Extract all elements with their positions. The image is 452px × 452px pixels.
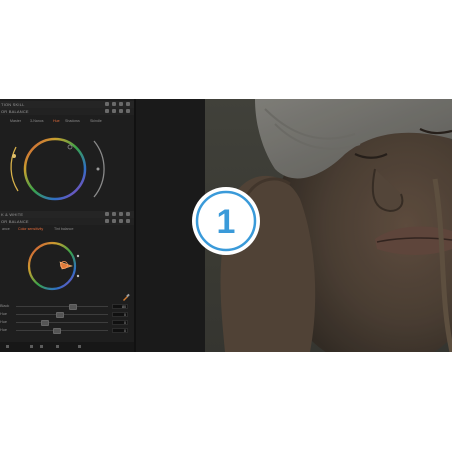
saturation-arc-left[interactable] — [10, 146, 19, 192]
slider-value-field[interactable]: 0 — [112, 328, 128, 333]
panel-subheader-icons — [105, 219, 130, 223]
panel-subheader: OR BALANCE — [0, 108, 134, 115]
slider-value-field[interactable]: 80 — [112, 304, 128, 309]
tool-panel: TION SKILL OR BALANCE Master 3-Nanos Hue… — [0, 99, 134, 352]
help-icon[interactable] — [126, 109, 130, 113]
slider-row: Black 80 — [0, 303, 134, 310]
black-white-tabs: ance Color sensitivity Tint balance — [0, 226, 134, 234]
logo-number: 1 — [217, 203, 236, 241]
tab-hue[interactable]: Hue — [51, 118, 62, 124]
mask-icon[interactable] — [40, 345, 43, 348]
color-wheel-sensitivity[interactable] — [22, 236, 92, 296]
slider-row: Hue 0 — [0, 311, 134, 318]
wheel-handle-left[interactable] — [12, 154, 16, 158]
slider-track[interactable] — [16, 322, 108, 323]
pin-icon[interactable] — [105, 109, 109, 113]
slider-value-field[interactable]: 0 — [112, 312, 128, 317]
color-picker-icon[interactable] — [122, 293, 130, 301]
reset-icon[interactable] — [112, 212, 116, 216]
slider-label: Black — [0, 304, 10, 308]
panel-header-color-balance[interactable]: TION SKILL — [0, 101, 134, 108]
brush-icon[interactable] — [56, 345, 59, 348]
tab-master[interactable]: Master — [8, 118, 23, 124]
slider-row: Hue 0 — [0, 327, 134, 334]
panel-subheader-title: OR BALANCE — [1, 219, 29, 224]
panel-header-title: K & WHITE — [1, 212, 24, 217]
tab-skin[interactable]: Skindle — [88, 118, 104, 124]
reset-icon[interactable] — [112, 109, 116, 113]
panel-subheader-icons — [105, 109, 130, 113]
panel-subheader: OR BALANCE — [0, 218, 134, 225]
slider-handle[interactable] — [56, 312, 65, 318]
copy-icon[interactable] — [119, 102, 123, 106]
pin-icon[interactable] — [105, 212, 109, 216]
panel-header-black-white[interactable]: K & WHITE — [0, 211, 134, 218]
panel-header-title: TION SKILL — [1, 102, 25, 107]
app-logo: 1 — [192, 187, 260, 255]
wheel-handle-right[interactable] — [96, 167, 100, 171]
tab-shadows[interactable]: Shadows — [63, 118, 82, 124]
reset-icon[interactable] — [112, 102, 116, 106]
copy-icon[interactable] — [119, 219, 123, 223]
slider-handle[interactable] — [41, 320, 50, 326]
slider-value-field[interactable]: 0 — [112, 320, 128, 325]
copy-icon[interactable] — [119, 109, 123, 113]
help-icon[interactable] — [126, 102, 130, 106]
pin-icon[interactable] — [105, 219, 109, 223]
color-wheel-main[interactable] — [8, 129, 108, 213]
help-icon[interactable] — [126, 212, 130, 216]
wheel-handle-bottom[interactable] — [76, 274, 80, 278]
history-icon[interactable] — [30, 345, 33, 348]
tab-tint-balance[interactable]: Tint balance — [52, 226, 75, 232]
color-balance-tabs: Master 3-Nanos Hue Shadows Skindle — [0, 118, 134, 126]
slider-label: Hue — [0, 312, 7, 316]
tab-color-sensitivity[interactable]: Color sensitivity — [16, 226, 45, 232]
slider-track[interactable] — [16, 330, 108, 331]
panel-header-icons — [105, 102, 130, 106]
slider-label: Hue — [0, 328, 7, 332]
slider-row: Hue 0 — [0, 319, 134, 326]
slider-track[interactable] — [16, 306, 108, 307]
bottom-toolbar — [0, 342, 134, 352]
wheel-handle-top[interactable] — [76, 254, 80, 258]
panel-header-icons — [105, 212, 130, 216]
slider-handle[interactable] — [53, 328, 62, 334]
tab-balance[interactable]: ance — [0, 226, 12, 232]
copy-icon[interactable] — [119, 212, 123, 216]
help-icon[interactable] — [126, 219, 130, 223]
pin-icon[interactable] — [105, 102, 109, 106]
reset-icon[interactable] — [112, 219, 116, 223]
tab-3-way[interactable]: 3-Nanos — [28, 118, 46, 124]
eraser-icon[interactable] — [78, 345, 81, 348]
panel-subheader-title: OR BALANCE — [1, 109, 29, 114]
slider-handle[interactable] — [69, 304, 78, 310]
undo-icon[interactable] — [6, 345, 9, 348]
slider-label: Hue — [0, 320, 7, 324]
